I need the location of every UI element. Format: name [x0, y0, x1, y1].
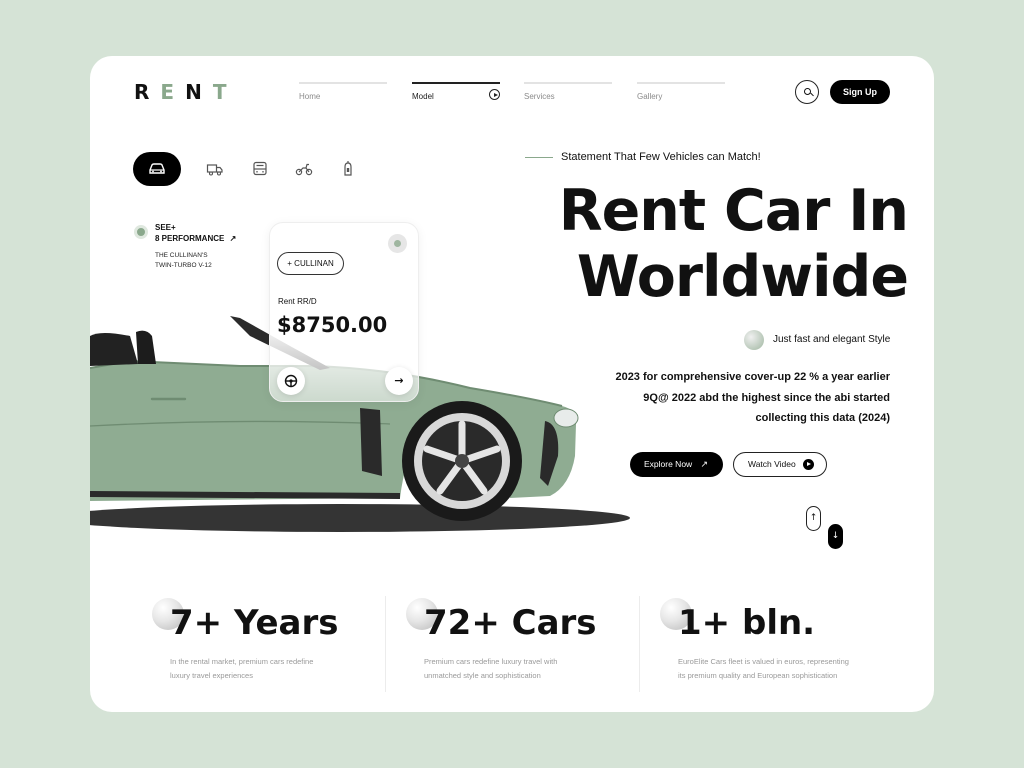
nav-services[interactable]: Services: [524, 82, 612, 106]
search-button[interactable]: [795, 80, 819, 104]
logo-letter-r: R: [134, 80, 161, 104]
category-car-button[interactable]: [133, 152, 181, 186]
performance-dot: [134, 225, 148, 239]
steering-icon: [284, 374, 298, 388]
nav-home-label: Home: [299, 92, 321, 101]
next-button[interactable]: →: [385, 367, 413, 395]
logo-letter-t: T: [212, 80, 238, 104]
rent-label: Rent RR/D: [278, 297, 317, 306]
arrow-up-icon: ↑: [809, 513, 818, 523]
play-icon: [803, 459, 814, 470]
signup-button[interactable]: Sign Up: [830, 80, 890, 104]
bus-icon[interactable]: [251, 160, 269, 178]
performance-sub-line1: THE CULLINAN'S: [155, 252, 208, 259]
nav-home[interactable]: Home: [299, 82, 387, 106]
performance-title-line2: 8 PERFORMANCE: [155, 234, 225, 243]
stat-caption: Premium cars redefine luxury travel with…: [424, 655, 624, 683]
arrow-down-icon: ↓: [831, 531, 840, 541]
watch-video-label: Watch Video: [748, 459, 796, 469]
stat-caption-line2: luxury travel experiences: [170, 671, 253, 680]
stat-years: 7+ Years In the rental market, premium c…: [152, 596, 400, 692]
truck-icon[interactable]: [206, 160, 224, 178]
stat-cars: 72+ Cars Premium cars redefine luxury tr…: [406, 596, 654, 692]
stat-caption: EuroElite Cars fleet is valued in euros,…: [678, 655, 878, 683]
hero-description: 2023 for comprehensive cover-up 22 % a y…: [590, 367, 890, 429]
watch-video-button[interactable]: Watch Video: [733, 452, 827, 477]
divider: [639, 596, 640, 692]
rent-card: + CULLINAN Rent RR/D $8750.00 →: [269, 222, 419, 402]
hero-title-line2: Worldwide: [576, 244, 909, 310]
desc-line2: 9Q@ 2022 abd the highest since the abi s…: [643, 391, 890, 404]
main-card: RENT Home Model Services Gallery Sign Up: [90, 56, 934, 712]
tagline-line: [525, 157, 553, 158]
hero-title: Rent Car In Worldwide: [528, 178, 909, 310]
nav-gallery[interactable]: Gallery: [637, 82, 725, 106]
hero-tagline: Statement That Few Vehicles can Match!: [561, 151, 761, 163]
stat-caption-line2: unmatched style and sophistication: [424, 671, 541, 680]
nav-model[interactable]: Model: [412, 82, 500, 106]
logo[interactable]: RENT: [134, 80, 237, 104]
scroll-up-button[interactable]: ↑: [806, 506, 821, 531]
style-dot: [744, 330, 764, 350]
cullinan-tag-button[interactable]: + CULLINAN: [277, 252, 344, 275]
stat-value: 72+ Cars: [424, 603, 597, 643]
stat-caption-line2: its premium quality and European sophist…: [678, 671, 838, 680]
car-icon: [149, 163, 165, 174]
desc-line1: 2023 for comprehensive cover-up 22 % a y…: [615, 371, 890, 383]
performance-title[interactable]: SEE+ 8 PERFORMANCE ↗: [155, 222, 275, 244]
stat-value: 7+ Years: [170, 603, 339, 643]
play-icon: [489, 89, 500, 100]
stat-value-bln: 1+ bln. EuroElite Cars fleet is valued i…: [660, 596, 908, 692]
stat-caption-line1: Premium cars redefine luxury travel with: [424, 657, 558, 666]
style-text: Just fast and elegant Style: [773, 334, 891, 345]
status-dot: [388, 234, 407, 253]
desc-line3: collecting this data (2024): [755, 412, 890, 424]
scooter-icon[interactable]: [339, 160, 357, 178]
stat-caption-line1: EuroElite Cars fleet is valued in euros,…: [678, 657, 849, 666]
rent-price: $8750.00: [277, 313, 388, 337]
logo-letter-n: N: [185, 80, 213, 104]
nav-services-label: Services: [524, 92, 555, 101]
performance-title-line1: SEE+: [155, 223, 176, 232]
performance-subtitle: THE CULLINAN'S TWIN-TURBO V-12: [155, 251, 265, 271]
stat-caption: In the rental market, premium cars redef…: [170, 655, 370, 683]
nav-model-label: Model: [412, 92, 434, 101]
logo-letter-e: E: [160, 80, 186, 104]
steering-button[interactable]: [277, 367, 305, 395]
hero-title-line1: Rent Car In: [558, 178, 909, 244]
arrow-right-icon: →: [394, 374, 404, 387]
scroll-down-button[interactable]: ↓: [828, 524, 843, 549]
nav-gallery-label: Gallery: [637, 92, 663, 101]
explore-now-label: Explore Now: [644, 459, 693, 469]
divider: [385, 596, 386, 692]
arrow-up-right-icon: ↗: [229, 234, 237, 243]
stat-caption-line1: In the rental market, premium cars redef…: [170, 657, 314, 666]
explore-now-button[interactable]: Explore Now ↗: [630, 452, 723, 477]
arrow-up-right-icon: ↗: [700, 459, 708, 469]
motorbike-icon[interactable]: [295, 160, 313, 178]
performance-sub-line2: TWIN-TURBO V-12: [155, 262, 212, 269]
stat-value: 1+ bln.: [678, 603, 816, 643]
